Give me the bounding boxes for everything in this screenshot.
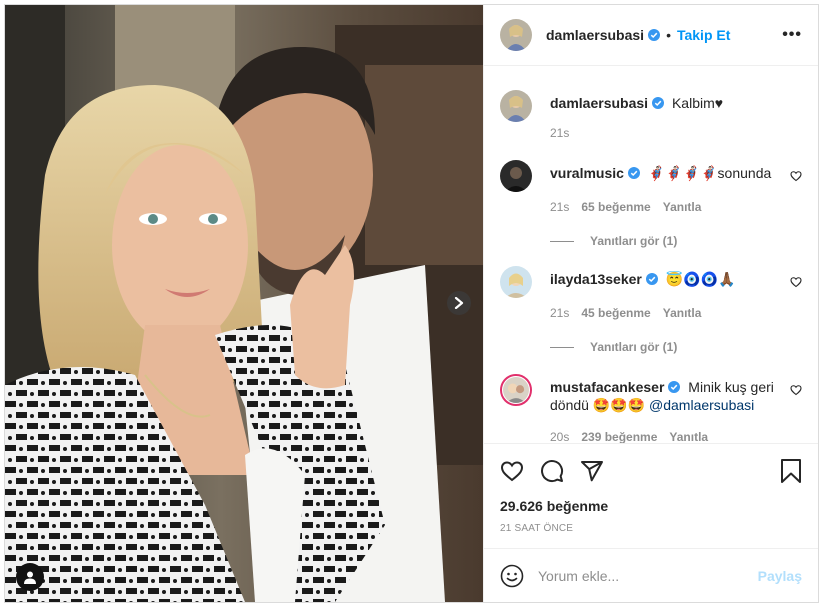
separator-dot: • — [666, 27, 671, 43]
user-tag-icon — [24, 571, 36, 584]
like-count[interactable]: 29.626 beğenme — [484, 498, 818, 520]
verified-icon — [668, 381, 681, 393]
add-comment-bar: Yorum ekle... Paylaş — [484, 548, 818, 602]
comment-username[interactable]: ilayda13seker — [550, 271, 642, 287]
view-replies-label: Yanıtları gör (1) — [590, 234, 678, 248]
like-comment-heart-icon[interactable] — [790, 170, 802, 182]
post-sidebar: damlaersubasi • Takip Et ••• damlaersuba… — [483, 5, 818, 602]
verified-icon — [627, 167, 640, 179]
emoji-icon[interactable] — [500, 564, 524, 588]
author-username[interactable]: damlaersubasi — [546, 27, 644, 43]
comment-avatar[interactable] — [500, 266, 532, 298]
comment-mention[interactable]: @damlaersubasi — [649, 397, 754, 413]
like-comment-heart-icon[interactable] — [790, 276, 802, 288]
comment-username[interactable]: vuralmusic — [550, 165, 624, 181]
comment-username[interactable]: mustafacankeser — [550, 379, 664, 395]
comment-meta: 21s 45 beğenme Yanıtla — [550, 306, 701, 320]
caption: damlaersubasi Kalbim♥ 21s — [500, 90, 802, 150]
caption-time[interactable]: 21s — [550, 126, 569, 140]
comment-body: vuralmusic 🦸🏻‍♂️🦸🏻‍♂️🦸🏻‍♂️🦸🏻‍♂️sonunda — [550, 164, 778, 182]
comment-text: 😇🧿🧿🙏🏾 — [665, 271, 736, 287]
next-photo-button[interactable] — [447, 291, 471, 315]
author-avatar[interactable] — [500, 19, 532, 51]
comment-body: ilayda13seker 😇🧿🧿🙏🏾 — [550, 270, 778, 288]
comment-avatar[interactable] — [500, 374, 532, 406]
view-replies-button[interactable]: Yanıtları gör (1) — [550, 340, 677, 354]
view-replies-label: Yanıtları gör (1) — [590, 340, 678, 354]
caption-meta: 21s — [550, 126, 569, 140]
comment-input[interactable]: Yorum ekle... — [538, 568, 758, 584]
post-comment-button[interactable]: Paylaş — [758, 568, 802, 584]
comment-likes[interactable]: 239 beğenme — [581, 430, 657, 443]
heart-icon[interactable] — [500, 459, 524, 483]
comment-likes[interactable]: 65 beğenme — [581, 200, 650, 214]
bookmark-icon[interactable] — [780, 459, 802, 483]
comment-meta: 21s 65 beğenme Yanıtla — [550, 200, 701, 214]
post-header: damlaersubasi • Takip Et ••• — [484, 5, 818, 66]
next-arrow-icon — [454, 297, 464, 309]
comment-meta: 20s 239 beğenme Yanıtla — [550, 430, 708, 443]
follow-button[interactable]: Takip Et — [677, 27, 730, 43]
comment-time[interactable]: 21s — [550, 200, 569, 214]
like-comment-heart-icon[interactable] — [790, 384, 802, 396]
comment-icon[interactable] — [540, 459, 564, 483]
caption-avatar[interactable] — [500, 90, 532, 122]
comment-likes[interactable]: 45 beğenme — [581, 306, 650, 320]
post-photo[interactable] — [5, 5, 483, 602]
comment-body: mustafacankeser Minik kuş geri döndü 🤩🤩🤩… — [550, 378, 778, 414]
verified-icon — [645, 273, 658, 285]
view-replies-button[interactable]: Yanıtları gör (1) — [550, 234, 677, 248]
reply-button[interactable]: Yanıtla — [669, 430, 708, 443]
caption-text: Kalbim♥ — [671, 95, 724, 111]
user-tags-button[interactable] — [16, 563, 44, 591]
comment-time[interactable]: 20s — [550, 430, 569, 443]
reply-button[interactable]: Yanıtla — [663, 306, 702, 320]
more-options-button[interactable]: ••• — [782, 26, 802, 44]
post-timestamp[interactable]: 21 SAAT ÖNCE — [484, 520, 818, 548]
post-actions — [484, 443, 818, 498]
comment-time[interactable]: 21s — [550, 306, 569, 320]
replies-divider — [550, 240, 574, 242]
share-icon[interactable] — [580, 459, 604, 483]
instagram-post: damlaersubasi • Takip Et ••• damlaersuba… — [4, 4, 819, 603]
comments-list[interactable]: damlaersubasi Kalbim♥ 21s vuralmusic 🦸🏻‍… — [484, 66, 818, 443]
verified-icon — [648, 29, 661, 41]
comment-text: 🦸🏻‍♂️🦸🏻‍♂️🦸🏻‍♂️🦸🏻‍♂️sonunda — [647, 165, 772, 181]
replies-divider — [550, 346, 574, 348]
comment-item: mustafacankeser Minik kuş geri döndü 🤩🤩🤩… — [500, 374, 802, 443]
caption-username[interactable]: damlaersubasi — [550, 95, 648, 111]
reply-button[interactable]: Yanıtla — [663, 200, 702, 214]
caption-body: damlaersubasi Kalbim♥ — [550, 94, 778, 112]
comment-avatar[interactable] — [500, 160, 532, 192]
photo-image — [5, 5, 483, 602]
verified-icon — [652, 97, 665, 109]
